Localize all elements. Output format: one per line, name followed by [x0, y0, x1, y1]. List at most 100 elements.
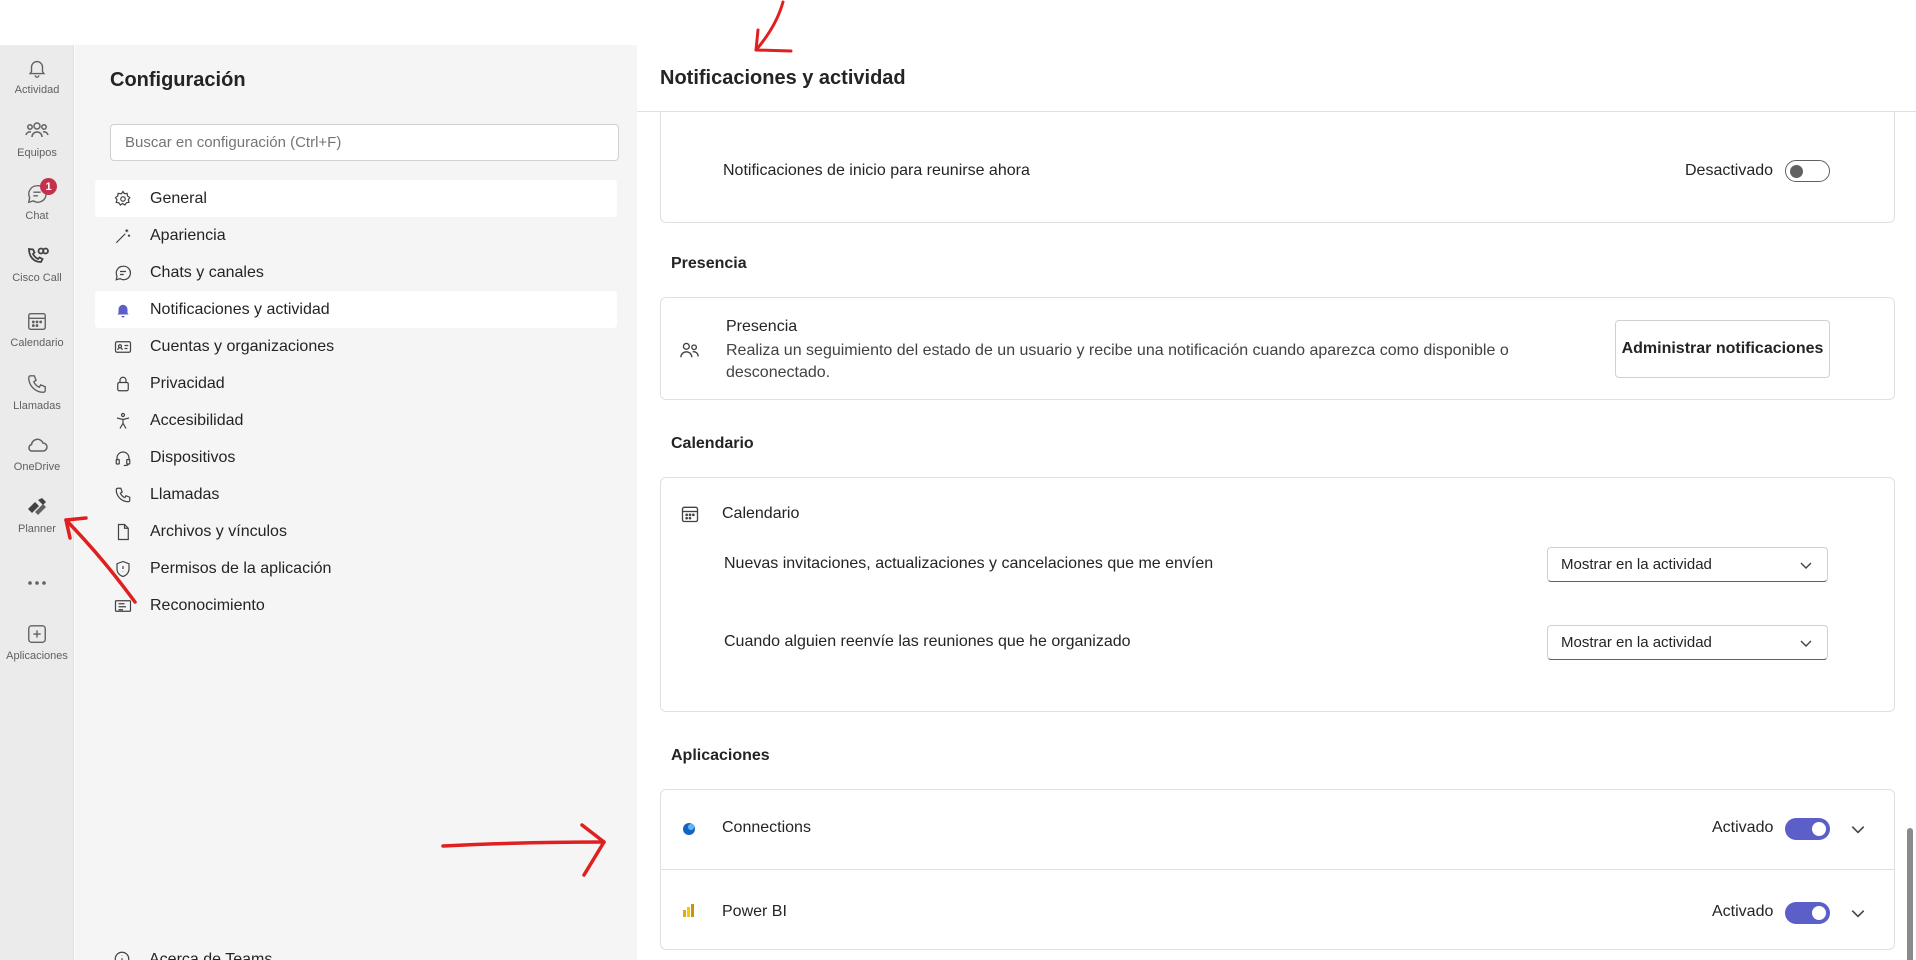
- meeting-start-state: Desactivado: [1685, 162, 1774, 179]
- presence-item-title: Presencia: [726, 318, 798, 335]
- people-icon: [679, 340, 701, 365]
- rail-item-calendar[interactable]: Calendario: [0, 302, 74, 362]
- contact-card-icon: [113, 337, 133, 357]
- more-icon: [24, 571, 50, 595]
- dropdown-value: Mostrar en la actividad: [1561, 556, 1712, 573]
- rail-item-chat[interactable]: 1 Chat: [0, 175, 74, 235]
- document-icon: [113, 522, 133, 542]
- phone-icon: [113, 485, 133, 505]
- chevron-down-icon: [1799, 558, 1813, 576]
- app-row-power-bi: Power BI Activado: [661, 870, 1894, 950]
- nav-item-general[interactable]: General: [95, 180, 617, 217]
- dropdown-value: Mostrar en la actividad: [1561, 634, 1712, 651]
- rail-item-onedrive[interactable]: OneDrive: [0, 426, 74, 486]
- connections-toggle[interactable]: [1785, 818, 1830, 840]
- settings-main-panel: Notificaciones y actividad Notificacione…: [637, 45, 1916, 960]
- connections-app-icon: [681, 821, 697, 842]
- planner-icon: [24, 494, 50, 520]
- nav-item-devices[interactable]: Dispositivos: [95, 439, 617, 476]
- shield-icon: [113, 559, 133, 579]
- cisco-call-icon: [24, 243, 50, 269]
- nav-item-chats[interactable]: Chats y canales: [95, 254, 617, 291]
- nav-item-recognition[interactable]: Reconocimiento: [95, 587, 617, 624]
- nav-item-calls[interactable]: Llamadas: [95, 476, 617, 513]
- nav-item-about[interactable]: Acerca de Teams: [113, 950, 272, 960]
- rail-label: Calendario: [10, 337, 64, 349]
- calendar-card: Calendario Nuevas invitaciones, actualiz…: [660, 477, 1895, 712]
- scrollbar-thumb[interactable]: [1907, 828, 1913, 960]
- settings-search-input[interactable]: [110, 124, 619, 161]
- phone-icon: [24, 371, 50, 397]
- rail-item-teams[interactable]: Equipos: [0, 112, 74, 172]
- calendar-icon: [24, 308, 50, 334]
- meeting-start-toggle[interactable]: [1785, 160, 1830, 182]
- apps-section-title: Aplicaciones: [671, 747, 770, 764]
- nav-item-accessibility[interactable]: Accesibilidad: [95, 402, 617, 439]
- power-bi-toggle[interactable]: [1785, 902, 1830, 924]
- calendar-invites-dropdown[interactable]: Mostrar en la actividad: [1547, 547, 1828, 582]
- cloud-icon: [24, 432, 50, 458]
- app-name: Connections: [722, 819, 811, 836]
- rail-item-calls[interactable]: Llamadas: [0, 365, 74, 425]
- rail-label: Actividad: [14, 84, 60, 96]
- calendar-invites-label: Nuevas invitaciones, actualizaciones y c…: [724, 555, 1214, 572]
- presence-card: Presencia Realiza un seguimiento del est…: [660, 297, 1895, 400]
- app-state: Activado: [1712, 819, 1774, 836]
- nav-item-label: Cuentas y organizaciones: [150, 337, 335, 355]
- rail-label: Cisco Call: [12, 272, 62, 284]
- bell-filled-icon: [113, 300, 133, 320]
- presence-description: Realiza un seguimiento del estado de un …: [726, 342, 1509, 381]
- rail-label: Equipos: [17, 147, 57, 159]
- chevron-down-icon: [1799, 636, 1813, 654]
- app-state: Activado: [1712, 903, 1774, 920]
- calendar-forward-dropdown[interactable]: Mostrar en la actividad: [1547, 625, 1828, 660]
- rail-item-cisco-call[interactable]: Cisco Call: [0, 237, 74, 297]
- chevron-down-icon[interactable]: [1850, 905, 1866, 926]
- unread-badge: 1: [40, 178, 57, 195]
- nav-item-accounts[interactable]: Cuentas y organizaciones: [95, 328, 617, 365]
- nav-item-label: Llamadas: [150, 485, 220, 503]
- nav-item-label: Notificaciones y actividad: [150, 300, 330, 318]
- chevron-down-icon[interactable]: [1850, 821, 1866, 842]
- rail-label: OneDrive: [13, 461, 61, 473]
- recognition-icon: [113, 596, 133, 616]
- nav-item-notifications[interactable]: Notificaciones y actividad: [95, 291, 617, 328]
- nav-item-label: Accesibilidad: [150, 411, 244, 429]
- calendar-item-title: Calendario: [722, 505, 800, 522]
- rail-item-activity[interactable]: Actividad: [0, 49, 74, 109]
- teams-icon: [24, 118, 50, 144]
- main-header: Notificaciones y actividad: [637, 45, 1916, 112]
- nav-item-app-permissions[interactable]: Permisos de la aplicación: [95, 550, 617, 587]
- app-name: Power BI: [722, 903, 787, 920]
- nav-item-appearance[interactable]: Apariencia: [95, 217, 617, 254]
- rail-item-planner[interactable]: Planner: [0, 488, 74, 548]
- app-row-connections: Connections Activado: [661, 790, 1894, 870]
- nav-item-label: General: [150, 189, 207, 207]
- rail-label: Llamadas: [13, 400, 61, 412]
- headset-icon: [113, 448, 133, 468]
- rail-more-button[interactable]: [0, 565, 74, 595]
- wand-icon: [113, 226, 133, 246]
- nav-item-privacy[interactable]: Privacidad: [95, 365, 617, 402]
- add-app-icon: [24, 621, 50, 647]
- app-rail: Actividad Equipos 1 Chat Cisco Call Cale…: [0, 45, 74, 960]
- settings-nav-list: General Apariencia Chats y canales Notif…: [95, 180, 617, 624]
- settings-title: Configuración: [110, 69, 246, 91]
- gear-icon: [113, 189, 133, 209]
- rail-item-apps[interactable]: Aplicaciones: [0, 615, 74, 675]
- nav-item-files[interactable]: Archivos y vínculos: [95, 513, 617, 550]
- apps-card: Connections Activado Power BI Activado: [660, 789, 1895, 950]
- rail-label: Chat: [25, 210, 49, 222]
- teams-window: Actividad Equipos 1 Chat Cisco Call Cale…: [0, 0, 1916, 960]
- info-icon: [113, 950, 133, 960]
- rail-label: Aplicaciones: [6, 650, 68, 662]
- nav-item-label: Dispositivos: [150, 448, 236, 466]
- calendar-forward-label: Cuando alguien reenvíe las reuniones que…: [724, 633, 1131, 650]
- page-title: Notificaciones y actividad: [660, 67, 906, 89]
- lock-icon: [113, 374, 133, 394]
- manage-notifications-button[interactable]: Administrar notificaciones: [1615, 320, 1830, 378]
- calendar-icon: [680, 504, 700, 529]
- nav-item-label: Reconocimiento: [150, 596, 265, 614]
- rail-label: Planner: [18, 523, 56, 535]
- nav-item-label: Acerca de Teams: [149, 951, 273, 960]
